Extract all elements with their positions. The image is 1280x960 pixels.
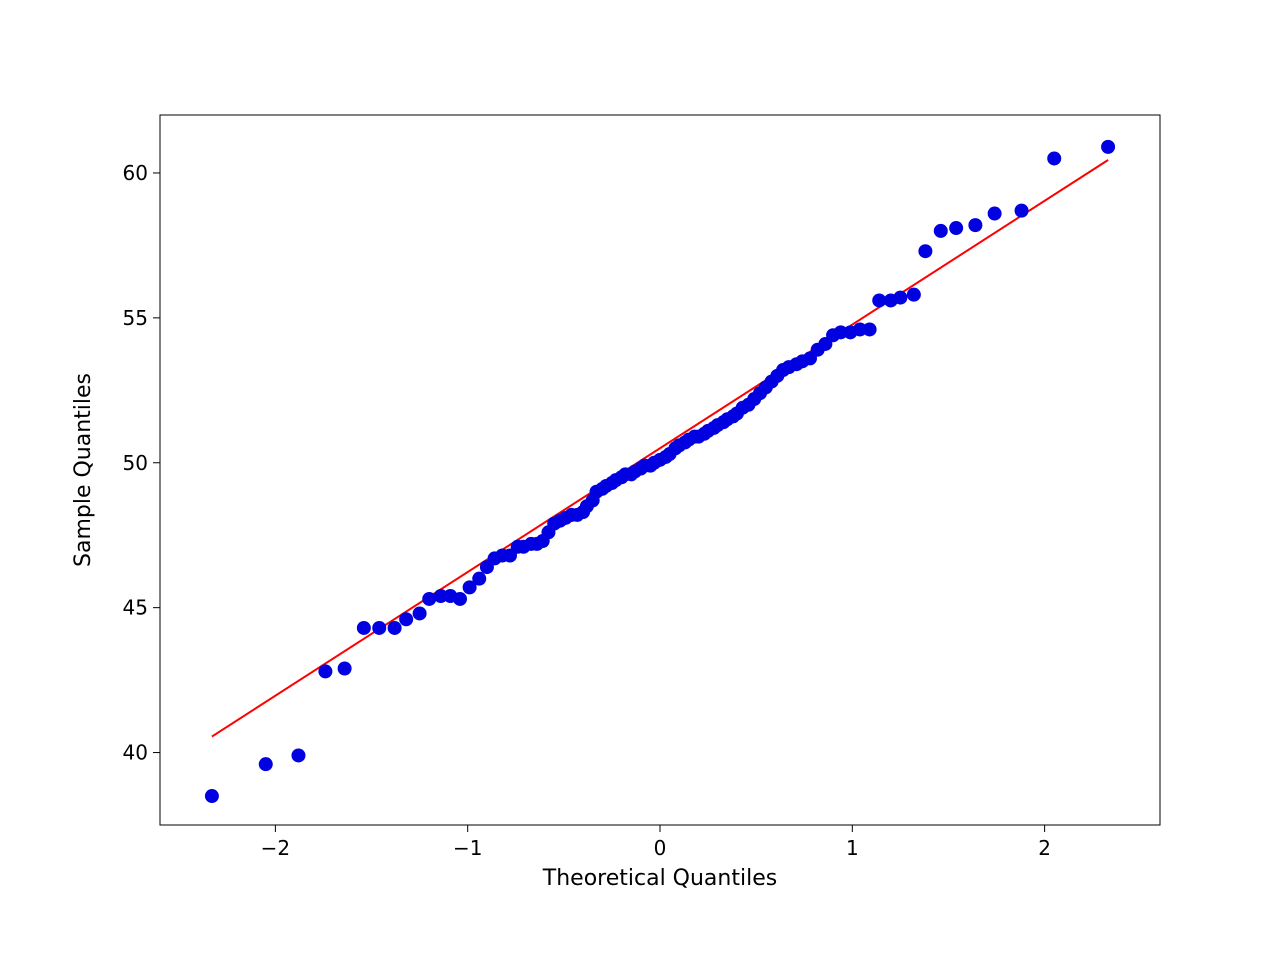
data-point — [372, 621, 386, 635]
data-point — [399, 612, 413, 626]
data-point — [934, 224, 948, 238]
data-point — [413, 606, 427, 620]
data-point — [453, 592, 467, 606]
data-point — [918, 244, 932, 258]
data-point — [863, 322, 877, 336]
data-point — [988, 207, 1002, 221]
data-point — [949, 221, 963, 235]
qq-plot: −2 −1 0 1 2 40 45 50 55 60 Theoretical Quantiles… — [0, 0, 1280, 960]
data-point — [318, 664, 332, 678]
data-point — [1101, 140, 1115, 154]
y-tick-label: 45 — [123, 596, 148, 620]
scatter-points — [205, 140, 1115, 803]
y-tick-label: 50 — [123, 451, 148, 475]
y-tick-label: 55 — [123, 306, 148, 330]
data-point — [259, 757, 273, 771]
data-point — [338, 662, 352, 676]
y-axis-label: Sample Quantiles — [71, 373, 96, 567]
chart-svg: −2 −1 0 1 2 40 45 50 55 60 Theoretical Quantiles… — [0, 0, 1280, 960]
y-tick-label: 40 — [123, 741, 148, 765]
y-axis-ticks: 40 45 50 55 60 — [123, 161, 160, 765]
plot-area-border — [160, 115, 1160, 825]
data-point — [388, 621, 402, 635]
reference-line — [212, 160, 1108, 737]
data-point — [291, 748, 305, 762]
data-point — [1015, 204, 1029, 218]
x-tick-label: 0 — [654, 836, 667, 860]
data-point — [472, 572, 486, 586]
data-point — [907, 288, 921, 302]
data-point — [968, 218, 982, 232]
x-axis-ticks: −2 −1 0 1 2 — [261, 825, 1051, 860]
x-axis-label: Theoretical Quantiles — [542, 866, 777, 891]
x-tick-label: −1 — [453, 836, 482, 860]
data-point — [205, 789, 219, 803]
x-tick-label: 2 — [1038, 836, 1051, 860]
y-tick-label: 60 — [123, 161, 148, 185]
data-point — [357, 621, 371, 635]
data-point — [893, 291, 907, 305]
x-tick-label: 1 — [846, 836, 859, 860]
data-point — [1047, 151, 1061, 165]
x-tick-label: −2 — [261, 836, 290, 860]
